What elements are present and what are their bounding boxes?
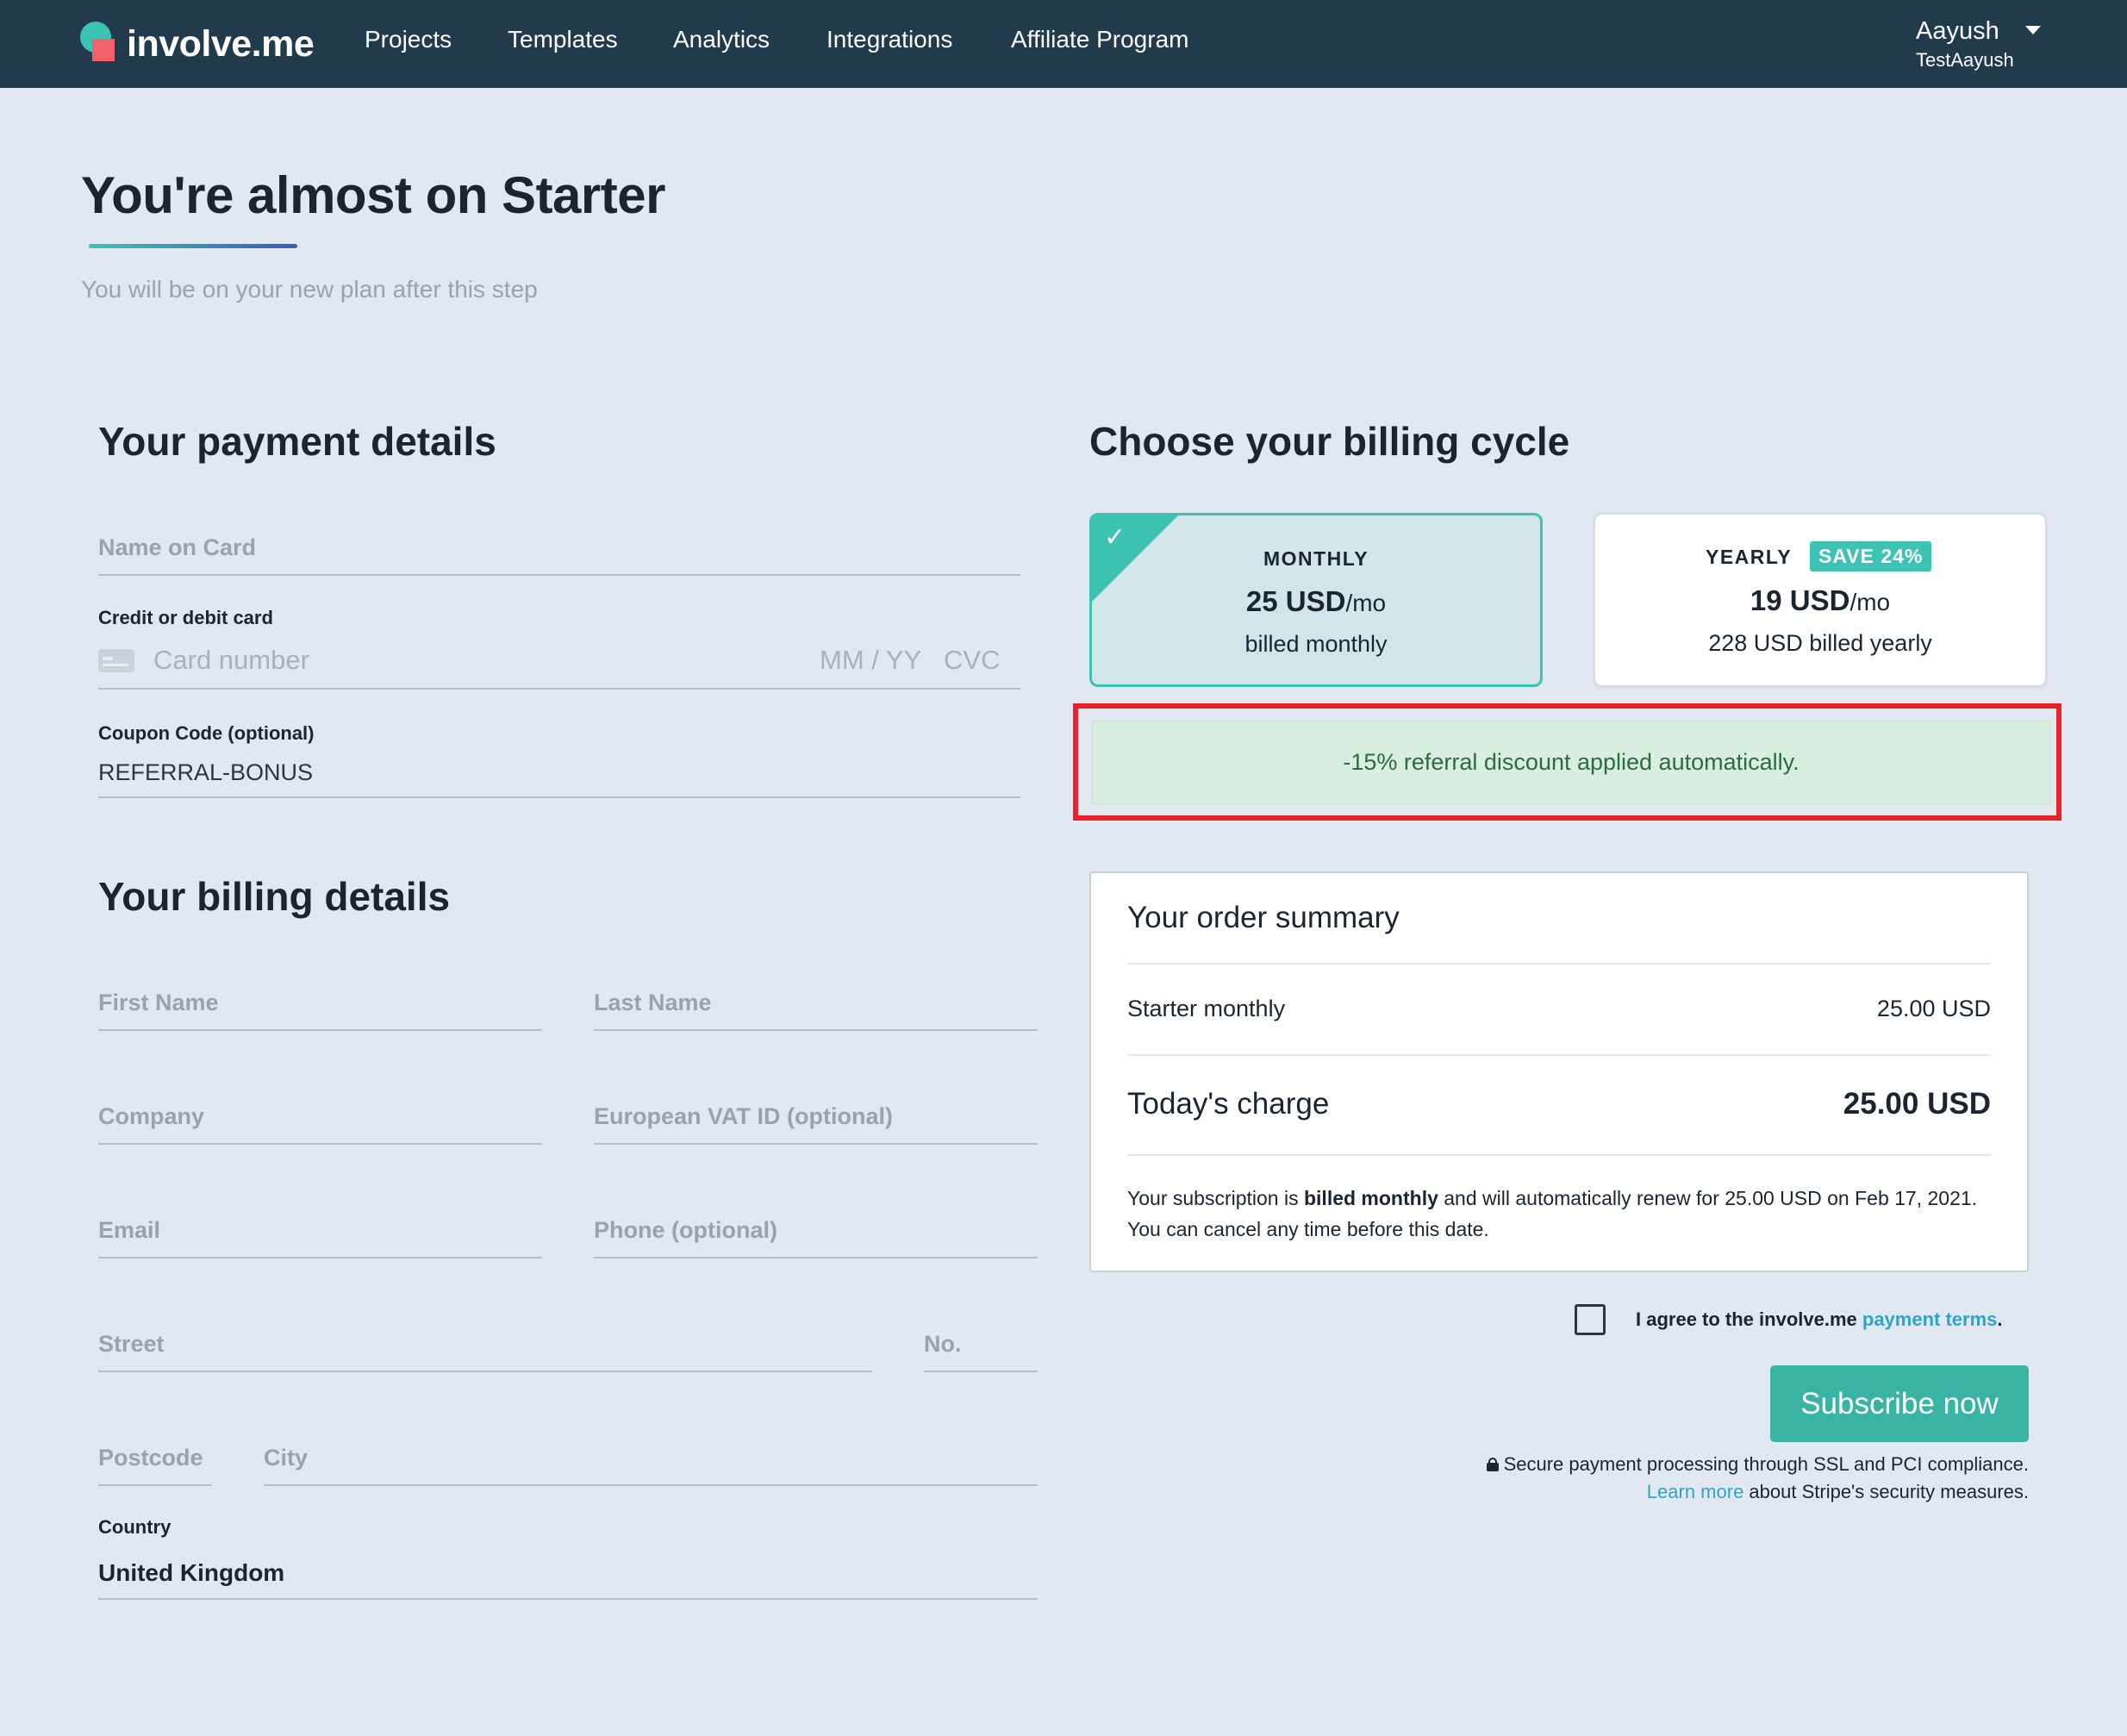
user-menu[interactable]: Aayush TestAayush bbox=[1916, 17, 2014, 72]
plan-billed-text: 228 USD billed yearly bbox=[1708, 630, 1932, 656]
name-on-card-field[interactable]: Name on Card bbox=[98, 534, 256, 561]
discount-banner: -15% referral discount applied automatic… bbox=[1092, 721, 2050, 804]
street-field[interactable]: Street bbox=[98, 1331, 165, 1358]
order-summary-title: Your order summary bbox=[1127, 901, 1400, 934]
house-number-field[interactable]: No. bbox=[924, 1331, 962, 1358]
coupon-label: Coupon Code (optional) bbox=[98, 722, 315, 744]
street-underline bbox=[98, 1371, 872, 1372]
line-item-label: Starter monthly bbox=[1127, 996, 1286, 1021]
plan-card-yearly[interactable]: YEARLY SAVE 24% 19 USD/mo 228 USD billed… bbox=[1594, 513, 2047, 687]
plan-name: MONTHLY bbox=[1263, 547, 1369, 570]
vat-id-field[interactable]: European VAT ID (optional) bbox=[594, 1103, 893, 1130]
logo[interactable]: involve.me bbox=[80, 22, 315, 66]
title-underline bbox=[89, 244, 297, 248]
divider bbox=[1127, 1054, 1991, 1056]
plan-price: 25 USD/mo bbox=[1245, 585, 1387, 617]
payment-terms-link[interactable]: payment terms bbox=[1862, 1308, 1998, 1330]
postcode-field[interactable]: Postcode bbox=[98, 1445, 203, 1471]
coupon-input[interactable]: REFERRAL-BONUS bbox=[98, 759, 313, 786]
last-name-underline bbox=[594, 1029, 1038, 1031]
card-underline bbox=[98, 688, 1020, 690]
city-underline bbox=[264, 1484, 1038, 1486]
secure-payment-note: Secure payment processing through SSL an… bbox=[1486, 1453, 2029, 1476]
user-account: TestAayush bbox=[1916, 49, 2014, 71]
top-navbar: involve.me Projects Templates Analytics … bbox=[0, 0, 2127, 88]
credit-card-icon bbox=[98, 649, 134, 672]
divider bbox=[1127, 963, 1991, 965]
email-underline bbox=[98, 1257, 542, 1258]
divider bbox=[1127, 1154, 1991, 1156]
company-field[interactable]: Company bbox=[98, 1103, 204, 1130]
page-title: You're almost on Starter bbox=[81, 166, 665, 224]
stripe-security-note: Learn more about Stripe's security measu… bbox=[1646, 1481, 2029, 1502]
card-number-input[interactable]: Card number bbox=[153, 645, 309, 676]
vat-id-underline bbox=[594, 1143, 1038, 1145]
learn-more-link[interactable]: Learn more bbox=[1647, 1481, 1744, 1502]
phone-underline bbox=[594, 1257, 1038, 1258]
first-name-field[interactable]: First Name bbox=[98, 990, 219, 1016]
email-field[interactable]: Email bbox=[98, 1217, 160, 1244]
country-select[interactable]: United Kingdom bbox=[98, 1559, 284, 1587]
lock-icon bbox=[1486, 1458, 1499, 1471]
line-item-value: 25.00 USD bbox=[1876, 996, 1991, 1021]
plan-card-monthly[interactable]: ✓ MONTHLY 25 USD/mo billed monthly bbox=[1089, 513, 1543, 687]
country-label: Country bbox=[98, 1516, 172, 1538]
plan-name: YEARLY bbox=[1706, 546, 1793, 568]
page-subtitle: You will be on your new plan after this … bbox=[81, 276, 538, 303]
house-number-underline bbox=[924, 1371, 1038, 1372]
caret-down-icon[interactable] bbox=[2025, 26, 2041, 34]
phone-field[interactable]: Phone (optional) bbox=[594, 1217, 777, 1244]
first-name-underline bbox=[98, 1029, 542, 1031]
country-underline bbox=[98, 1598, 1038, 1600]
todays-charge-label: Today's charge bbox=[1127, 1087, 1330, 1121]
billing-details-title: Your billing details bbox=[98, 874, 451, 919]
card-label: Credit or debit card bbox=[98, 607, 273, 628]
nav-projects[interactable]: Projects bbox=[365, 26, 452, 53]
card-cvc-input[interactable]: CVC bbox=[944, 645, 1000, 676]
logo-text: involve.me bbox=[127, 22, 315, 65]
order-summary: Your order summary Starter monthly 25.00… bbox=[1089, 871, 2029, 1272]
nav-affiliate-program[interactable]: Affiliate Program bbox=[1011, 26, 1188, 53]
billing-cycle-title: Choose your billing cycle bbox=[1089, 419, 1570, 464]
coupon-underline bbox=[98, 796, 1020, 798]
renewal-note: Your subscription is billed monthly and … bbox=[1127, 1187, 1978, 1240]
subscribe-button[interactable]: Subscribe now bbox=[1770, 1365, 2029, 1442]
name-on-card-underline bbox=[98, 574, 1020, 576]
discount-text: -15% referral discount applied automatic… bbox=[1343, 749, 1800, 775]
postcode-underline bbox=[98, 1484, 212, 1486]
card-expiry-input[interactable]: MM / YY bbox=[820, 645, 921, 676]
plan-billed-text: billed monthly bbox=[1244, 631, 1388, 657]
nav-integrations[interactable]: Integrations bbox=[826, 26, 952, 53]
save-badge: SAVE 24% bbox=[1810, 541, 1932, 571]
todays-charge-value: 25.00 USD bbox=[1843, 1087, 1991, 1121]
nav-analytics[interactable]: Analytics bbox=[673, 26, 770, 53]
nav-templates[interactable]: Templates bbox=[508, 26, 618, 53]
agree-text: I agree to the involve.me payment terms. bbox=[1636, 1308, 2003, 1330]
last-name-field[interactable]: Last Name bbox=[594, 990, 712, 1016]
payment-details-title: Your payment details bbox=[98, 419, 496, 464]
user-name: Aayush bbox=[1916, 17, 1999, 45]
agree-checkbox[interactable] bbox=[1575, 1304, 1606, 1335]
company-underline bbox=[98, 1143, 542, 1145]
logo-icon bbox=[80, 22, 125, 66]
plan-price: 19 USD/mo bbox=[1750, 584, 1891, 616]
city-field[interactable]: City bbox=[264, 1445, 308, 1471]
